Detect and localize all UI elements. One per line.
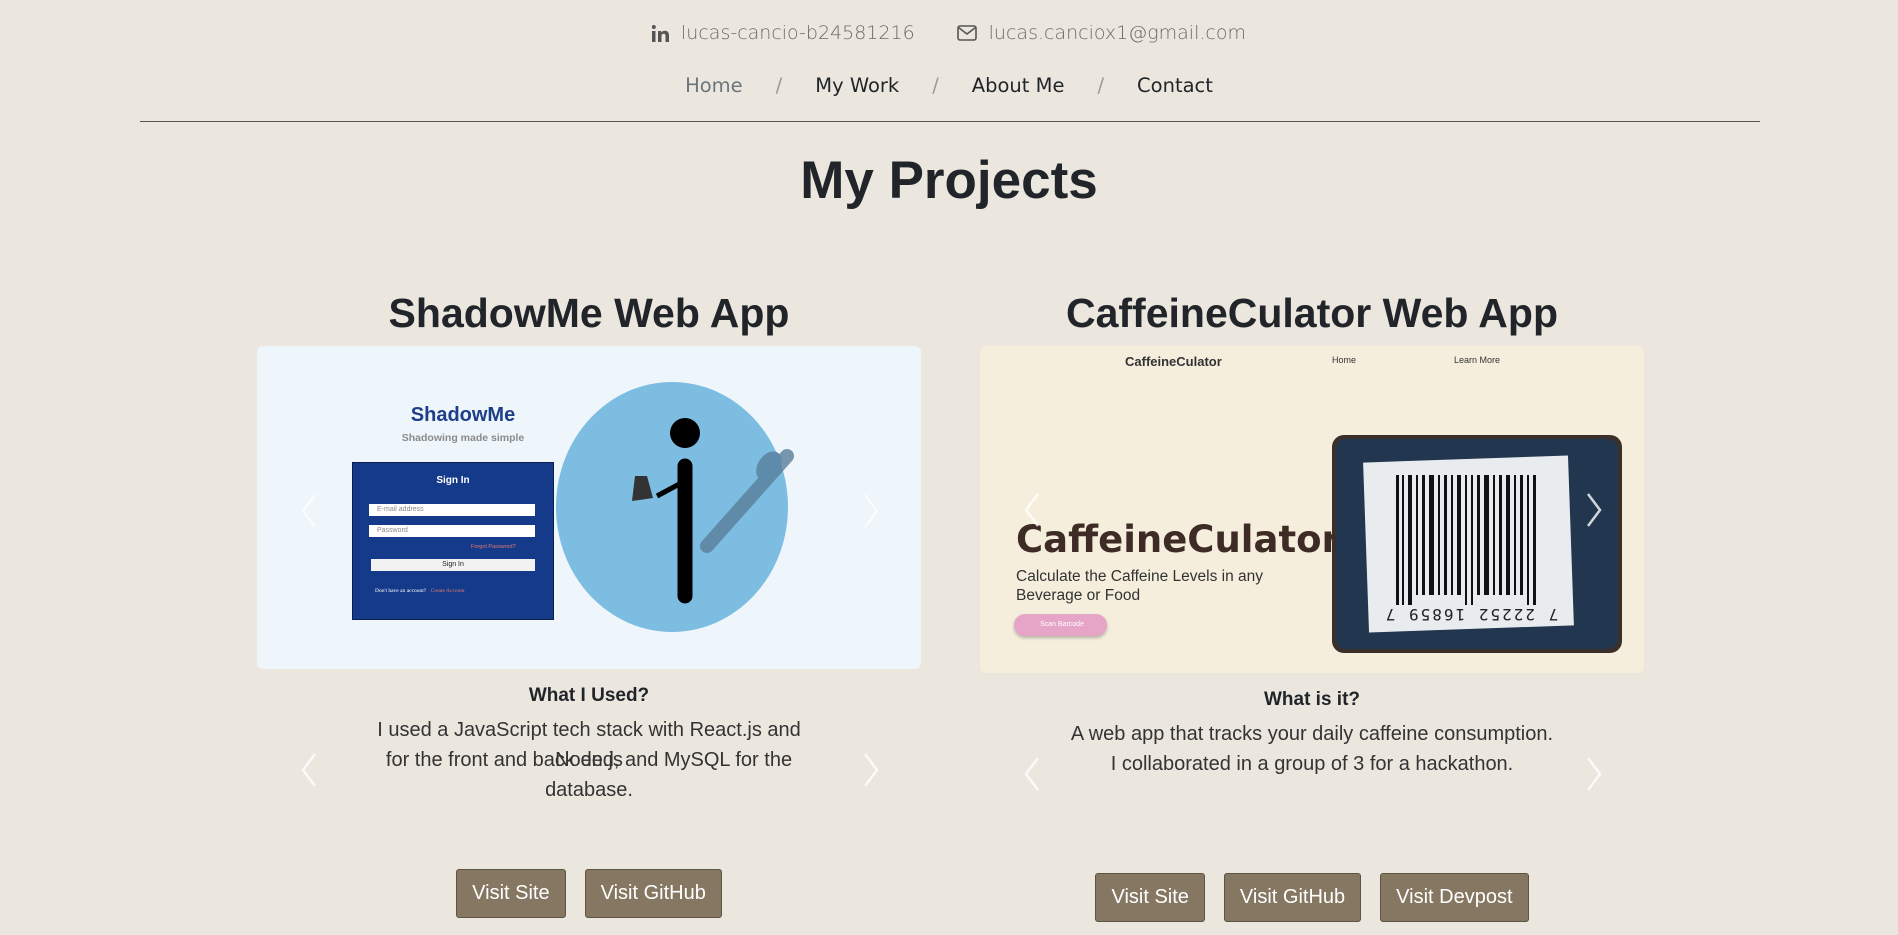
no-account-text: Don't have an account? — [375, 588, 427, 594]
linkedin-icon — [652, 24, 670, 42]
caffeine-nav-home[interactable]: Home — [1332, 355, 1356, 365]
nav-contact[interactable]: Contact — [1137, 74, 1213, 97]
caption-line-2: I collaborated in a group of 3 for a hac… — [1110, 753, 1514, 775]
caption-next-icon[interactable] — [859, 750, 883, 790]
carousel-next-icon[interactable] — [1582, 490, 1606, 530]
password-field[interactable]: Password — [369, 525, 535, 537]
header-divider — [140, 121, 1760, 122]
carousel-prev-icon[interactable] — [1020, 490, 1044, 530]
email-address: lucas.canciox1@gmail.com — [988, 22, 1246, 44]
caption-line-1: A web app that tracks your daily caffein… — [1070, 723, 1554, 745]
signin-footer: Don't have an account? Create Account — [375, 588, 465, 594]
email-link[interactable]: lucas.canciox1@gmail.com — [956, 22, 1246, 44]
signin-title: Sign In — [436, 475, 470, 486]
email-field[interactable]: E-mail address — [369, 504, 535, 516]
caption-prev-icon[interactable] — [297, 750, 321, 790]
caption-heading: What is it? — [1263, 689, 1361, 710]
signin-button[interactable]: Sign In — [371, 559, 535, 571]
caffeine-hero-title: CaffeineCulator — [1016, 518, 1340, 561]
visit-site-button[interactable]: Visit Site — [456, 869, 566, 918]
project-buttons: Visit Site Visit GitHub Visit Devpost — [980, 873, 1644, 922]
page-title: My Projects — [800, 151, 1098, 210]
caffeine-nav-brand: CaffeineCulator — [1125, 354, 1222, 369]
nav-home[interactable]: Home — [685, 74, 743, 97]
visit-github-button[interactable]: Visit GitHub — [1223, 873, 1362, 922]
create-account-link[interactable]: Create Account — [431, 588, 465, 594]
linkedin-link[interactable]: lucas-cancio-b24581216 — [652, 22, 915, 44]
main-nav: Home / My Work / About Me / Contact — [0, 70, 1898, 100]
scan-barcode-button[interactable]: Scan Barcode — [1014, 614, 1107, 636]
caption-heading: What I Used? — [528, 685, 650, 706]
forgot-password-link[interactable]: Forgot Password? — [471, 544, 516, 550]
visit-devpost-button[interactable]: Visit Devpost — [1380, 873, 1529, 922]
nav-separator: / — [932, 73, 939, 97]
carousel-next-icon[interactable] — [859, 491, 883, 531]
visit-github-button[interactable]: Visit GitHub — [584, 869, 722, 918]
nav-separator: / — [775, 73, 783, 97]
nav-separator: / — [1097, 73, 1105, 97]
shadowme-tagline: Shadowing made simple — [401, 432, 525, 444]
barcode-digits: 7 22252 16859 7 — [1383, 605, 1559, 624]
contact-bar: lucas-cancio-b24581216 lucas.canciox1@gm… — [0, 18, 1898, 48]
project-title: CaffeineCulator Web App — [1065, 290, 1559, 336]
project-buttons: Visit Site Visit GitHub — [257, 869, 921, 918]
barcode-photo: 7 22252 16859 7 — [1332, 435, 1622, 653]
envelope-icon — [956, 25, 977, 41]
caption-line-2: for the front and back end, and MySQL fo… — [385, 749, 793, 801]
visit-site-button[interactable]: Visit Site — [1095, 873, 1205, 922]
caffeine-subtitle-2: Beverage or Food — [1016, 587, 1141, 604]
nav-about-me[interactable]: About Me — [972, 74, 1065, 97]
nav-my-work[interactable]: My Work — [815, 74, 899, 97]
carousel-prev-icon[interactable] — [297, 491, 321, 531]
caffeine-subtitle-1: Calculate the Caffeine Levels in any — [1016, 568, 1264, 585]
linkedin-handle: lucas-cancio-b24581216 — [681, 22, 915, 44]
caption-next-icon[interactable] — [1582, 754, 1606, 794]
signin-panel: Sign In E-mail address Password Forgot P… — [352, 462, 554, 620]
project-title: ShadowMe Web App — [388, 290, 790, 336]
shadowme-brand: ShadowMe — [410, 404, 516, 426]
project-screenshot: CaffeineCulator Home Learn More Caffeine… — [980, 346, 1644, 673]
caffeine-nav-learn-more[interactable]: Learn More — [1454, 355, 1500, 365]
caption-prev-icon[interactable] — [1020, 754, 1044, 794]
scan-barcode-label: Scan Barcode — [1040, 621, 1084, 628]
project-screenshot: ShadowMe Shadowing made simple Sign In E… — [257, 346, 921, 669]
